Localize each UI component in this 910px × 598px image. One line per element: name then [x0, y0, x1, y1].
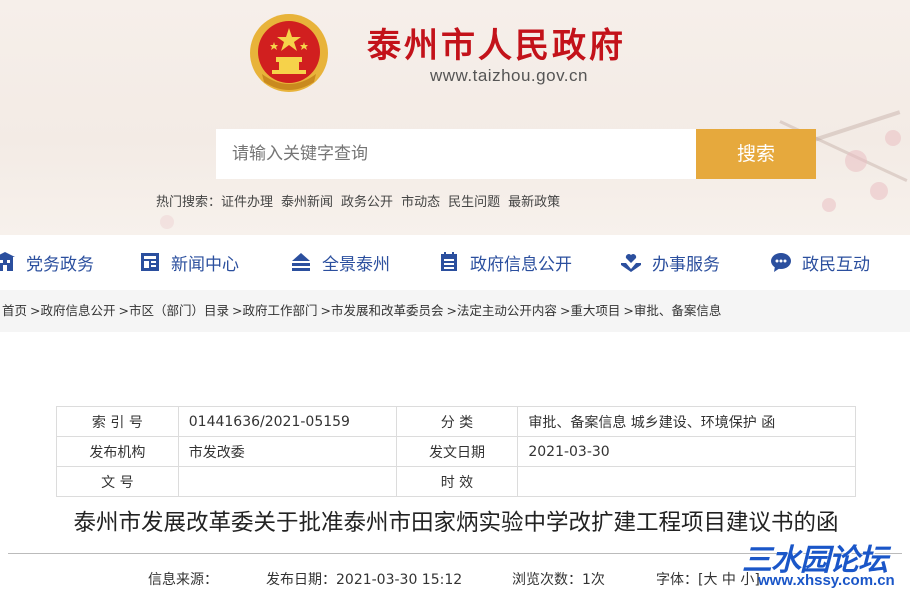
breadcrumb-link[interactable]: >审批、备案信息	[623, 303, 721, 318]
meta-label: 发文日期	[395, 436, 519, 467]
landscape-icon	[292, 253, 310, 271]
newspaper-icon	[141, 253, 159, 271]
blossom-decoration	[885, 130, 901, 146]
blossom-decoration	[822, 198, 836, 212]
meta-label: 索 引 号	[56, 406, 179, 437]
meta-value	[517, 466, 856, 497]
meta-value: 审批、备案信息 城乡建设、环境保护 函	[517, 406, 856, 437]
info-source: 信息来源：	[148, 572, 218, 588]
nav-item-party-affairs[interactable]: 党务政务	[0, 248, 94, 276]
hot-search-link[interactable]: 最新政策	[508, 195, 560, 210]
hot-search-link[interactable]: 证件办理	[221, 195, 273, 210]
document-meta-table: 索 引 号 01441636/2021-05159 分 类 审批、备案信息 城乡…	[56, 406, 856, 497]
blossom-decoration	[160, 215, 174, 229]
nav-item-label: 政民互动	[802, 254, 870, 275]
nav-item-panorama[interactable]: 全景泰州	[290, 248, 390, 276]
site-header: 泰州市人民政府 www.taizhou.gov.cn 搜索 热门搜索：证件办理泰…	[0, 0, 910, 235]
meta-label: 发布机构	[56, 436, 179, 467]
nav-item-label: 办事服务	[652, 254, 720, 275]
search-button[interactable]: 搜索	[696, 129, 816, 179]
national-emblem-icon	[250, 14, 328, 92]
meta-label: 分 类	[395, 406, 519, 437]
forum-watermark: 三水园论坛 www.xhssy.com.cn	[742, 535, 908, 597]
hot-search: 热门搜索：证件办理 泰州新闻 政务公开 市动态 民生问题 最新政策	[156, 191, 568, 210]
info-published-date: 发布日期：2021-03-30 15:12	[266, 572, 463, 588]
hot-search-label: 热门搜索：	[156, 195, 222, 210]
hot-search-link[interactable]: 泰州新闻	[281, 195, 333, 210]
nav-item-label: 全景泰州	[322, 254, 390, 275]
info-view-count: 浏览次数：1次	[512, 572, 605, 588]
nav-item-services[interactable]: 办事服务	[620, 248, 720, 276]
blossom-decoration	[845, 150, 867, 172]
table-row: 发布机构 市发改委 发文日期 2021-03-30	[56, 436, 856, 467]
nav-item-gov-info[interactable]: 政府信息公开	[438, 248, 572, 276]
calendar-list-icon	[441, 252, 457, 271]
nav-item-label: 政府信息公开	[470, 254, 572, 275]
hot-search-link[interactable]: 市动态	[401, 195, 440, 210]
building-icon	[0, 252, 15, 271]
hands-heart-icon	[621, 254, 641, 272]
breadcrumb-link[interactable]: >市发展和改革委员会	[320, 303, 443, 318]
meta-label: 文 号	[56, 466, 179, 497]
chat-bubble-icon	[771, 253, 791, 272]
blossom-decoration	[870, 182, 888, 200]
table-row: 索 引 号 01441636/2021-05159 分 类 审批、备案信息 城乡…	[56, 406, 856, 437]
breadcrumb-link[interactable]: 首页	[2, 303, 27, 318]
breadcrumb-link[interactable]: >政府信息公开	[30, 303, 115, 318]
hot-search-link[interactable]: 民生问题	[448, 195, 500, 210]
nav-item-interaction[interactable]: 政民互动	[770, 248, 870, 276]
search-input[interactable]	[216, 129, 696, 179]
nav-item-label: 党务政务	[26, 254, 94, 275]
breadcrumb-link[interactable]: >重大项目	[560, 303, 620, 318]
breadcrumb-link[interactable]: >法定主动公开内容	[446, 303, 556, 318]
meta-value: 市发改委	[177, 436, 397, 467]
site-url: www.taizhou.gov.cn	[430, 66, 588, 85]
hot-search-link[interactable]: 政务公开	[341, 195, 393, 210]
meta-value	[177, 466, 397, 497]
breadcrumb-link[interactable]: >市区（部门）目录	[119, 303, 229, 318]
nav-item-news-center[interactable]: 新闻中心	[139, 248, 239, 276]
table-row: 文 号 时 效	[56, 466, 856, 497]
meta-value: 01441636/2021-05159	[177, 406, 397, 437]
breadcrumb-link[interactable]: >政府工作部门	[232, 303, 317, 318]
meta-label: 时 效	[395, 466, 519, 497]
nav-item-label: 新闻中心	[171, 254, 239, 275]
main-nav: 党务政务 新闻中心 全景泰州 政府信息公开 办事服务 政民互动	[0, 238, 910, 286]
watermark-url: www.xhssy.com.cn	[758, 572, 895, 589]
meta-value: 2021-03-30	[517, 436, 856, 467]
site-title: 泰州市人民政府	[367, 26, 626, 66]
document-title: 泰州市发展改革委关于批准泰州市田家炳实验中学改扩建工程项目建议书的函	[73, 510, 839, 536]
breadcrumb: 首页 >政府信息公开 >市区（部门）目录 >政府工作部门 >市发展和改革委员会 >法定主动…	[0, 290, 910, 332]
